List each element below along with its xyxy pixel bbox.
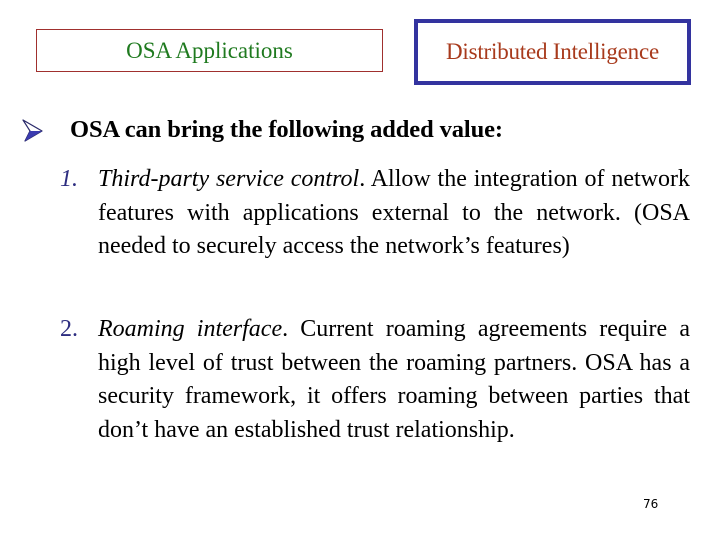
headline-text: OSA can bring the following added value: [70,116,503,143]
list-item-number: 1. [60,166,78,192]
osa-applications-tab: OSA Applications [36,29,383,72]
distributed-intelligence-tab: Distributed Intelligence [414,19,691,85]
headline-row: OSA can bring the following added value: [20,110,503,150]
list-item: 1. Third-party service control. Allow th… [60,163,690,264]
distributed-intelligence-label: Distributed Intelligence [446,39,659,64]
list-item-number: 2. [60,316,78,342]
list-item-title: Roaming interface [98,316,283,342]
osa-applications-label: OSA Applications [126,38,293,63]
list-item-title: Third-party service control [98,166,360,192]
list-item: 2. Roaming interface. Current roaming ag… [60,313,690,447]
list-item-body: Roaming interface. Current roaming agree… [98,313,690,447]
list-item-body: Third-party service control. Allow the i… [98,163,690,264]
arrowhead-bullet-icon [20,117,46,143]
page-number: 76 [643,497,659,511]
